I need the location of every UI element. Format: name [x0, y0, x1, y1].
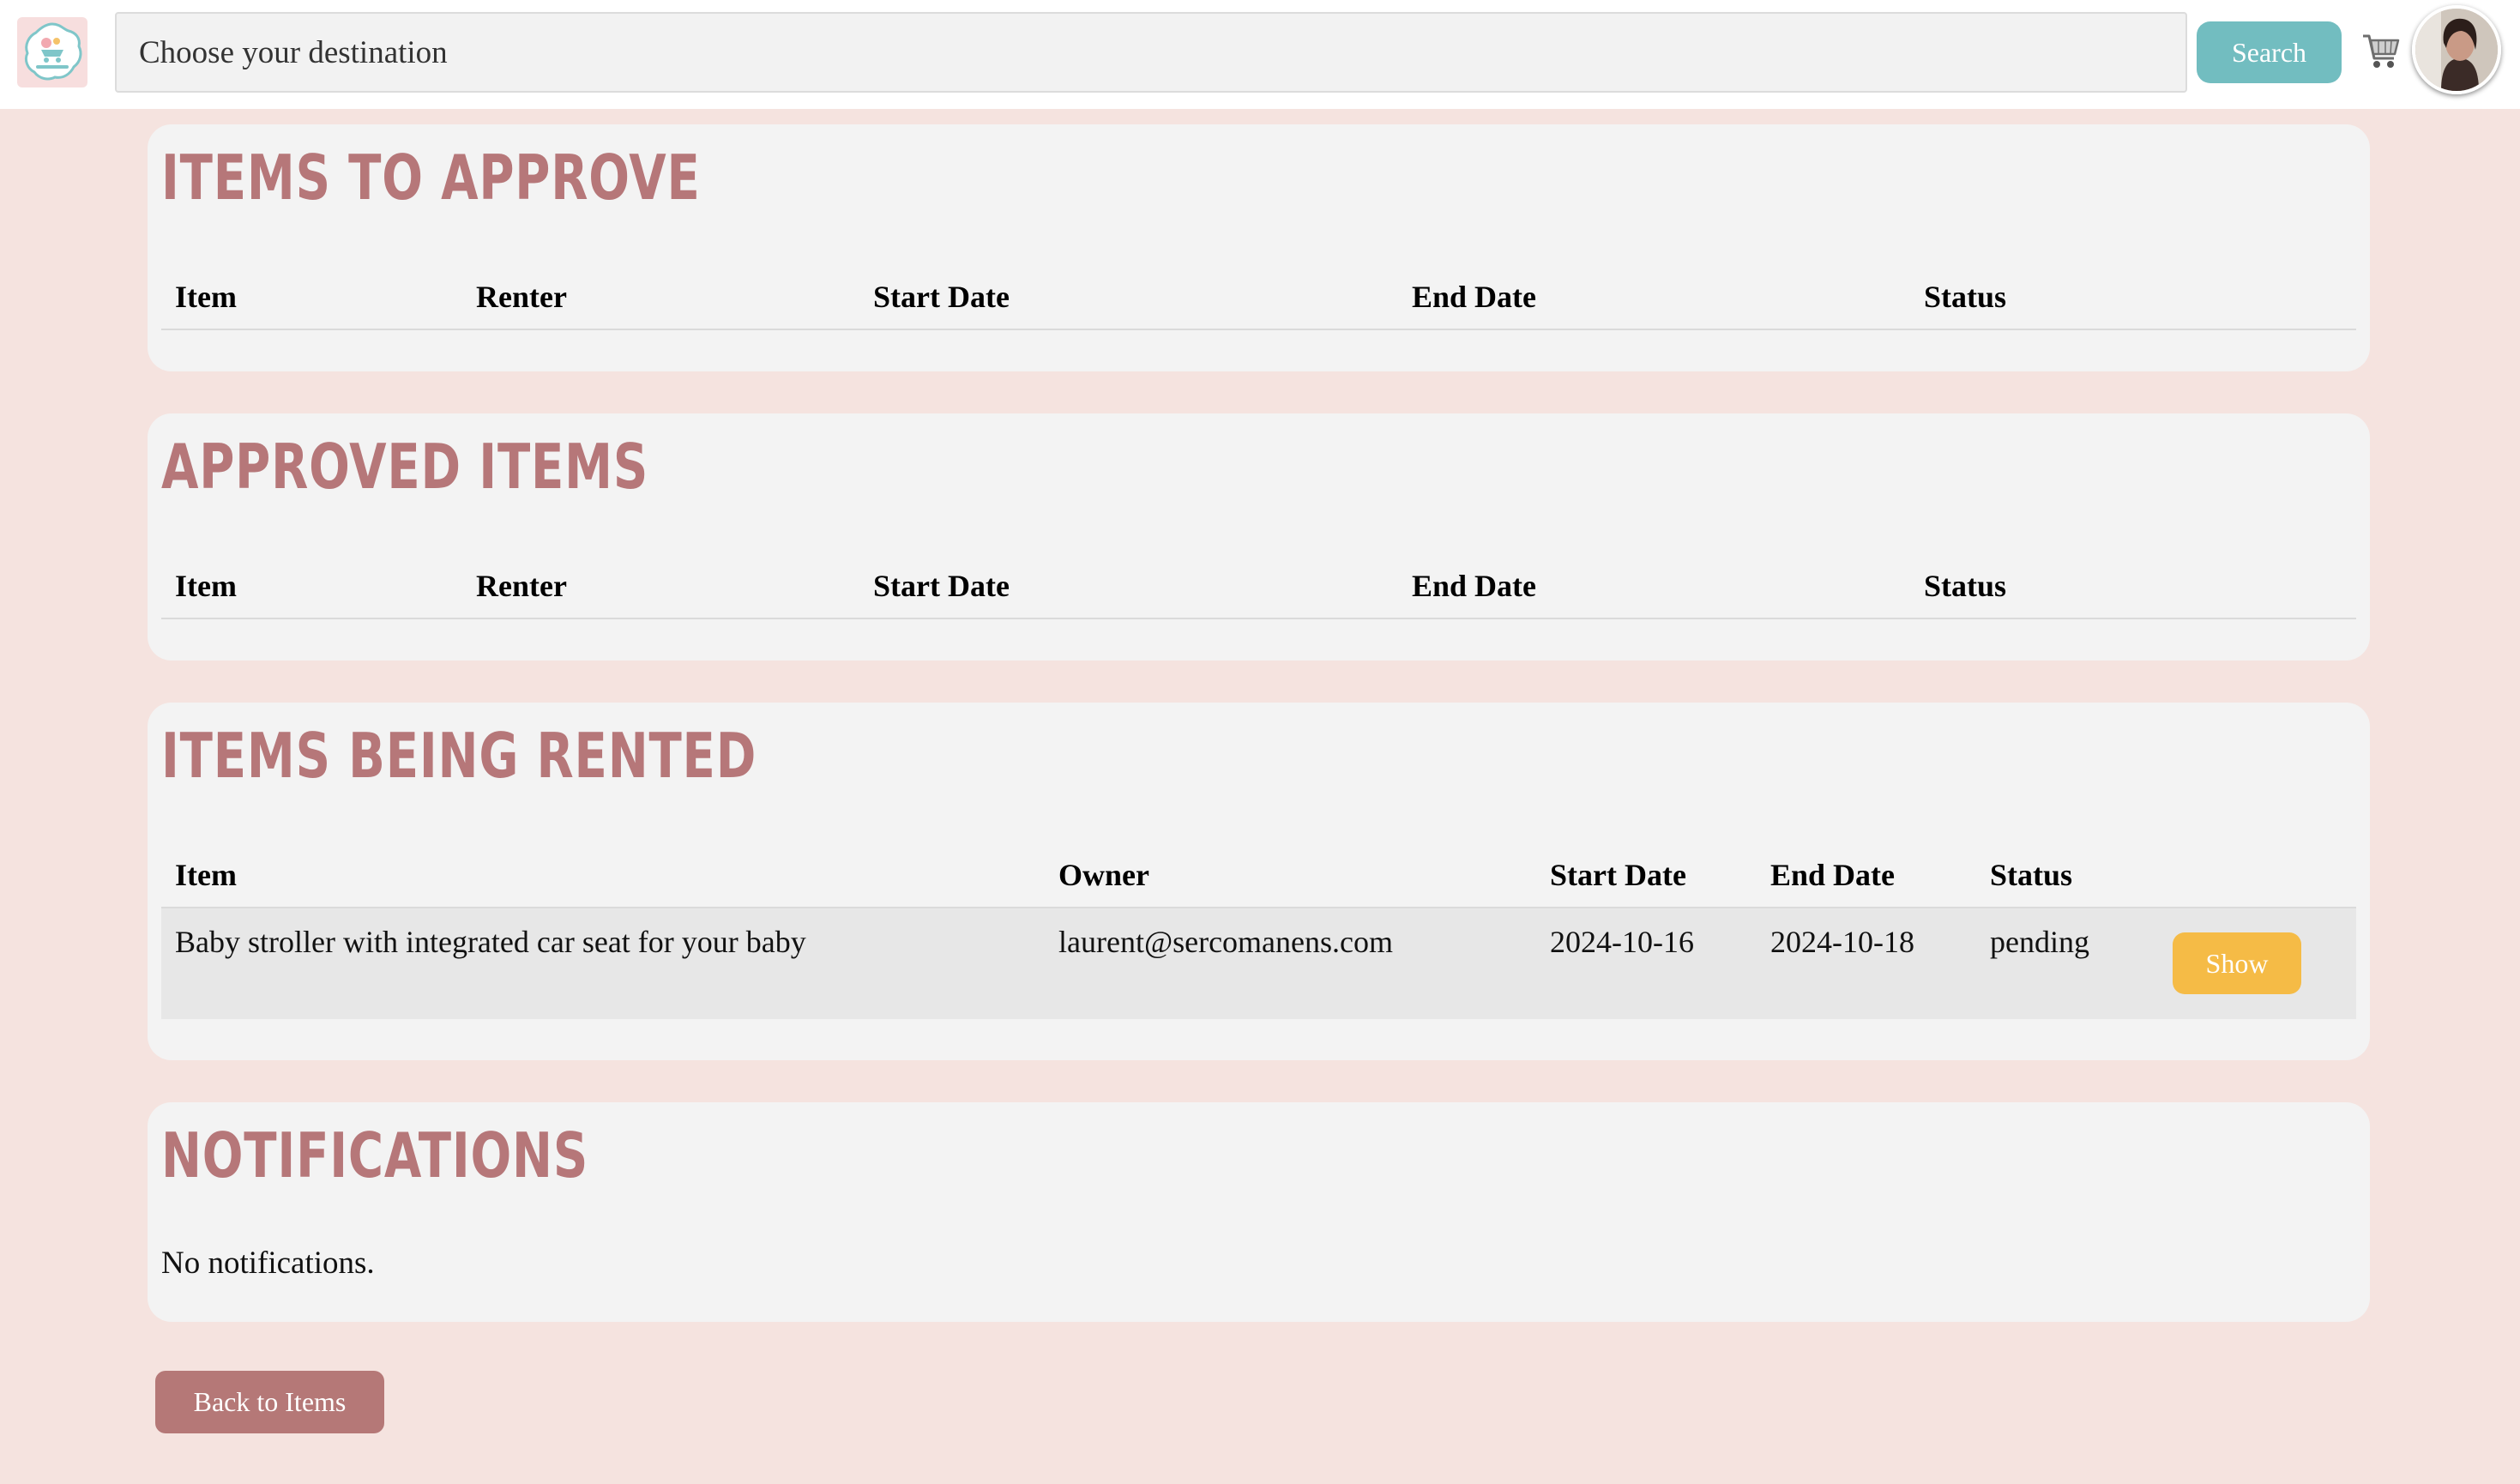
cell-start-date: 2024-10-16: [1536, 908, 1757, 1019]
column-header-item: Item: [161, 264, 462, 330]
table-header-row: Item Owner Start Date End Date Status: [161, 842, 2356, 908]
column-header-start-date: Start Date: [859, 264, 1398, 330]
cart-button[interactable]: [2360, 28, 2402, 75]
approved-items-table: Item Renter Start Date End Date Status: [161, 553, 2356, 619]
show-button[interactable]: Show: [2173, 932, 2301, 994]
cell-item: Baby stroller with integrated car seat f…: [161, 908, 1045, 1019]
back-to-items-button[interactable]: Back to Items: [155, 1371, 384, 1433]
column-header-start-date: Start Date: [859, 553, 1398, 619]
baby-rental-logo-icon: [24, 22, 82, 81]
cell-status: pending: [1976, 908, 2159, 1019]
cart-icon: [2363, 34, 2400, 68]
column-header-end-date: End Date: [1398, 264, 1910, 330]
table-row: Baby stroller with integrated car seat f…: [161, 908, 2356, 1019]
user-avatar[interactable]: [2412, 5, 2501, 94]
table-header-row: Item Renter Start Date End Date Status: [161, 553, 2356, 619]
cell-end-date: 2024-10-18: [1757, 908, 1976, 1019]
column-header-renter: Renter: [462, 553, 859, 619]
user-avatar-icon: [2415, 9, 2498, 91]
destination-search-input[interactable]: [115, 12, 2187, 93]
column-header-start-date: Start Date: [1536, 842, 1757, 908]
section-title: Items to Approve: [161, 142, 701, 214]
column-header-status: Status: [1910, 553, 2356, 619]
site-logo[interactable]: [17, 17, 87, 87]
section-title: Notifications: [161, 1119, 589, 1191]
section-title: Items Being Rented: [161, 720, 757, 792]
section-title: Approved Items: [161, 431, 649, 503]
cell-action: Show: [2159, 908, 2356, 1019]
top-navbar: Search: [0, 0, 2520, 109]
cell-owner: laurent@sercomanens.com: [1045, 908, 1536, 1019]
items-being-rented-table: Item Owner Start Date End Date Status Ba…: [161, 842, 2356, 1019]
items-to-approve-card: Items to Approve Item Renter Start Date End…: [148, 124, 2370, 371]
search-button[interactable]: Search: [2197, 21, 2342, 83]
approved-items-card: Approved Items Item Renter Start Date End D…: [148, 413, 2370, 661]
column-header-end-date: End Date: [1757, 842, 1976, 908]
column-header-status: Status: [1976, 842, 2159, 908]
column-header-item: Item: [161, 553, 462, 619]
column-header-item: Item: [161, 842, 1045, 908]
items-being-rented-card: Items Being Rented Item Owner Start Date…: [148, 703, 2370, 1060]
column-header-renter: Renter: [462, 264, 859, 330]
empty-notifications-text: No notifications.: [161, 1246, 375, 1281]
notifications-card: Notifications No notifications.: [148, 1102, 2370, 1322]
column-header-status: Status: [1910, 264, 2356, 330]
items-to-approve-table: Item Renter Start Date End Date Status: [161, 264, 2356, 330]
column-header-owner: Owner: [1045, 842, 1536, 908]
column-header-end-date: End Date: [1398, 553, 1910, 619]
column-header-action: [2159, 842, 2356, 908]
table-header-row: Item Renter Start Date End Date Status: [161, 264, 2356, 330]
